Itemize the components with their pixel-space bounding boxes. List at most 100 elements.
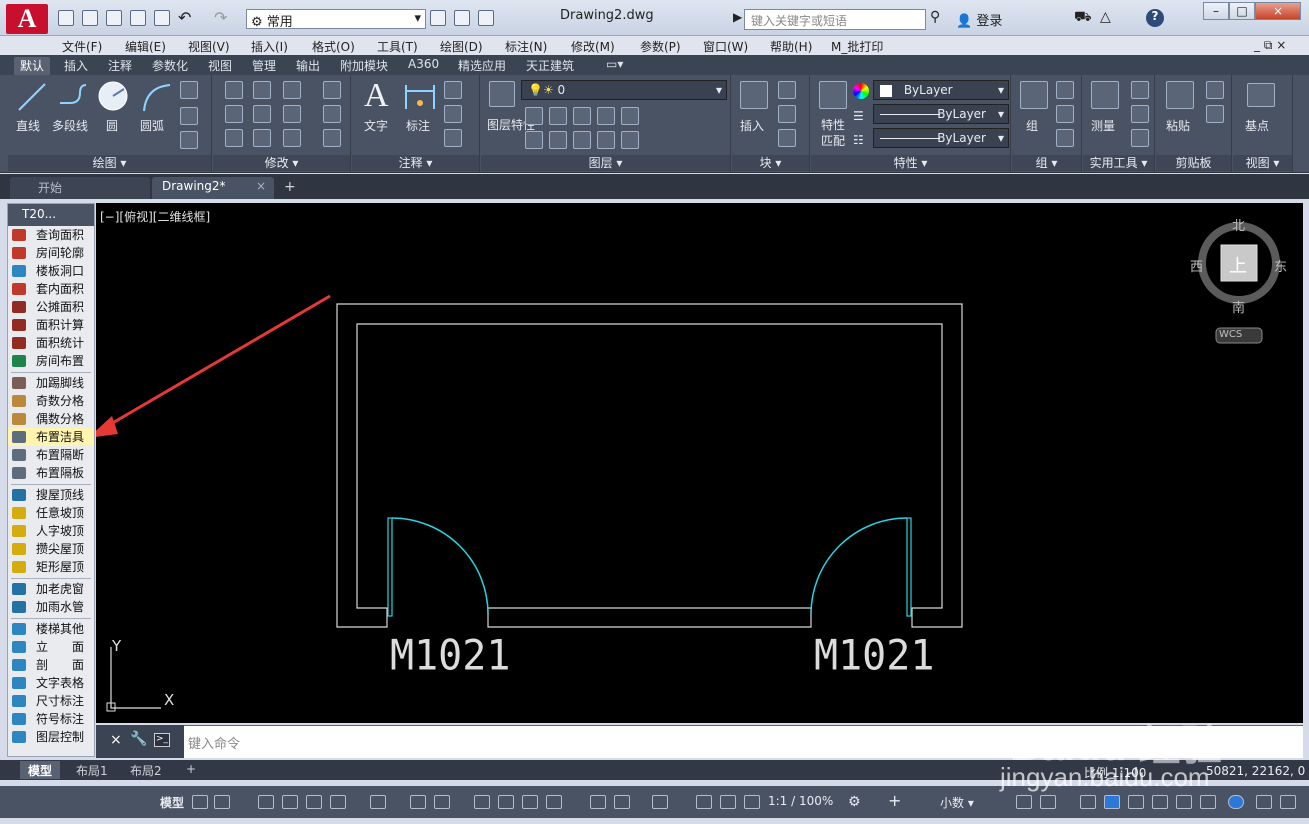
panel-utilities-title[interactable]: 实用工具 ▾: [1083, 155, 1154, 171]
quick-select-icon[interactable]: [1131, 81, 1149, 99]
palette-item[interactable]: 尺寸标注: [8, 692, 94, 710]
palette-item[interactable]: 加老虎窗: [8, 580, 94, 598]
hardware-accel-icon[interactable]: [1104, 795, 1120, 809]
ortho-icon[interactable]: [306, 795, 322, 809]
prompt-icon[interactable]: >_: [154, 733, 170, 747]
basepoint-label[interactable]: 基点: [1245, 117, 1269, 134]
palette-item[interactable]: 房间轮廓: [8, 244, 94, 262]
layer-tool-3-icon[interactable]: [573, 107, 591, 125]
new-file-icon[interactable]: [58, 10, 74, 26]
fillet-icon[interactable]: [283, 105, 301, 123]
menu-file[interactable]: 文件(F): [62, 38, 102, 55]
isodraft-icon[interactable]: [370, 795, 386, 809]
panel-layers-title[interactable]: 图层 ▾: [481, 155, 730, 171]
menu-insert[interactable]: 插入(I): [251, 38, 288, 55]
panel-clipboard-title[interactable]: 剪贴板: [1156, 155, 1231, 171]
polar-icon[interactable]: [330, 795, 346, 809]
save-as-icon[interactable]: [130, 10, 146, 26]
annotation-scale-icon[interactable]: [744, 795, 760, 809]
calculator-icon[interactable]: [1131, 129, 1149, 147]
wcs-label[interactable]: WCS: [1219, 329, 1242, 340]
palette-item[interactable]: 加雨水管: [8, 598, 94, 616]
linear-dim-icon[interactable]: [444, 81, 462, 99]
undo-icon[interactable]: ↶: [178, 8, 191, 27]
close-button[interactable]: ×: [1255, 2, 1301, 20]
snap-icon[interactable]: [214, 795, 230, 809]
grid-icon[interactable]: [192, 795, 208, 809]
paste-icon[interactable]: [1166, 81, 1194, 109]
menu-window[interactable]: 窗口(W): [703, 38, 748, 55]
panel-annotation-title[interactable]: 注释 ▾: [352, 155, 479, 171]
mirror-icon[interactable]: [253, 105, 271, 123]
basepoint-icon[interactable]: [1247, 83, 1275, 107]
annotation-scale-value[interactable]: 1:1 / 100%: [768, 794, 833, 808]
redo-icon[interactable]: ↷: [214, 8, 227, 27]
palette-item[interactable]: 人字坡顶: [8, 522, 94, 540]
palette-item[interactable]: 剖 面: [8, 656, 94, 674]
ribbon-toggle-icon[interactable]: ▭▾: [600, 57, 629, 71]
transparency-toggle-icon[interactable]: [498, 795, 514, 809]
a360-icon[interactable]: △: [1100, 9, 1111, 25]
tab-featured-apps[interactable]: 精选应用: [452, 57, 512, 74]
panel-draw-title[interactable]: 绘图 ▾: [8, 155, 211, 171]
create-block-icon[interactable]: [778, 81, 796, 99]
palette-item[interactable]: 面积统计: [8, 334, 94, 352]
pen-icon[interactable]: [323, 81, 341, 99]
layer-tool-2-icon[interactable]: [549, 107, 567, 125]
layer-props-icon[interactable]: [430, 10, 446, 26]
add-icon[interactable]: +: [888, 791, 901, 810]
palette-item[interactable]: 面积计算: [8, 316, 94, 334]
quick-props-icon[interactable]: [1016, 795, 1032, 809]
tab-layout1[interactable]: 布局1: [68, 761, 116, 779]
paste-label[interactable]: 粘贴: [1166, 117, 1190, 134]
add-layout-icon[interactable]: +: [178, 761, 204, 779]
layer-tool-9-icon[interactable]: [597, 131, 615, 149]
palette-item[interactable]: 加踢脚线: [8, 374, 94, 392]
check-icon[interactable]: [1200, 795, 1216, 809]
group-label[interactable]: 组: [1026, 117, 1038, 134]
color-wheel-icon[interactable]: [853, 83, 869, 99]
panel-properties-title[interactable]: 特性 ▾: [811, 155, 1010, 171]
palette-item[interactable]: 矩形屋顶: [8, 558, 94, 576]
boundary-icon[interactable]: [180, 131, 198, 149]
palette-item[interactable]: 奇数分格: [8, 392, 94, 410]
arc-icon[interactable]: [140, 81, 172, 113]
palette-item[interactable]: 立 面: [8, 638, 94, 656]
viewcube-north[interactable]: 北: [1232, 215, 1245, 234]
tab-manage[interactable]: 管理: [246, 57, 282, 74]
graphics-perf-icon[interactable]: [1228, 795, 1244, 809]
lineweight-icon[interactable]: ☰: [853, 109, 864, 123]
menu-parametric[interactable]: 参数(P): [640, 38, 681, 55]
workspace-select[interactable]: ⚙ 常用 ▾: [246, 9, 426, 30]
color-dropdown[interactable]: ByLayer ▾: [873, 80, 1009, 100]
close-command-icon[interactable]: ×: [110, 732, 122, 748]
text-icon[interactable]: A: [364, 77, 389, 115]
circle-label[interactable]: 圆: [106, 117, 118, 134]
attribute-icon[interactable]: [778, 129, 796, 147]
erase-icon[interactable]: [323, 105, 341, 123]
object-snap-track-icon[interactable]: [410, 795, 426, 809]
linetype-dropdown[interactable]: ByLayer ▾: [873, 104, 1009, 124]
tab-addins[interactable]: 附加模块: [334, 57, 394, 74]
layer-tool-10-icon[interactable]: [621, 131, 639, 149]
dynamic-input-icon[interactable]: [282, 795, 298, 809]
menu-view[interactable]: 视图(V): [188, 38, 230, 55]
polyline-label[interactable]: 多段线: [52, 117, 88, 134]
settings-gear-icon[interactable]: ⚙: [848, 794, 861, 810]
status-menu-icon[interactable]: [1280, 795, 1296, 809]
polyline-icon[interactable]: [56, 81, 88, 113]
layer-properties-icon[interactable]: [489, 81, 515, 107]
array-icon[interactable]: [283, 129, 301, 147]
palette-item[interactable]: 布置隔断: [8, 446, 94, 464]
insert-block-icon[interactable]: [740, 81, 768, 109]
dimension-icon[interactable]: [404, 81, 436, 113]
dimension-label[interactable]: 标注: [406, 117, 430, 134]
hatch-icon[interactable]: [180, 107, 198, 125]
cut-icon[interactable]: [1206, 81, 1224, 99]
object-snap-icon[interactable]: [434, 795, 450, 809]
3d-osnap-icon[interactable]: [546, 795, 562, 809]
selection-filter-icon[interactable]: [614, 795, 630, 809]
ungroup-icon[interactable]: [1056, 81, 1074, 99]
insert-block-label[interactable]: 插入: [740, 117, 764, 134]
viewcube-west[interactable]: 西: [1190, 256, 1203, 275]
